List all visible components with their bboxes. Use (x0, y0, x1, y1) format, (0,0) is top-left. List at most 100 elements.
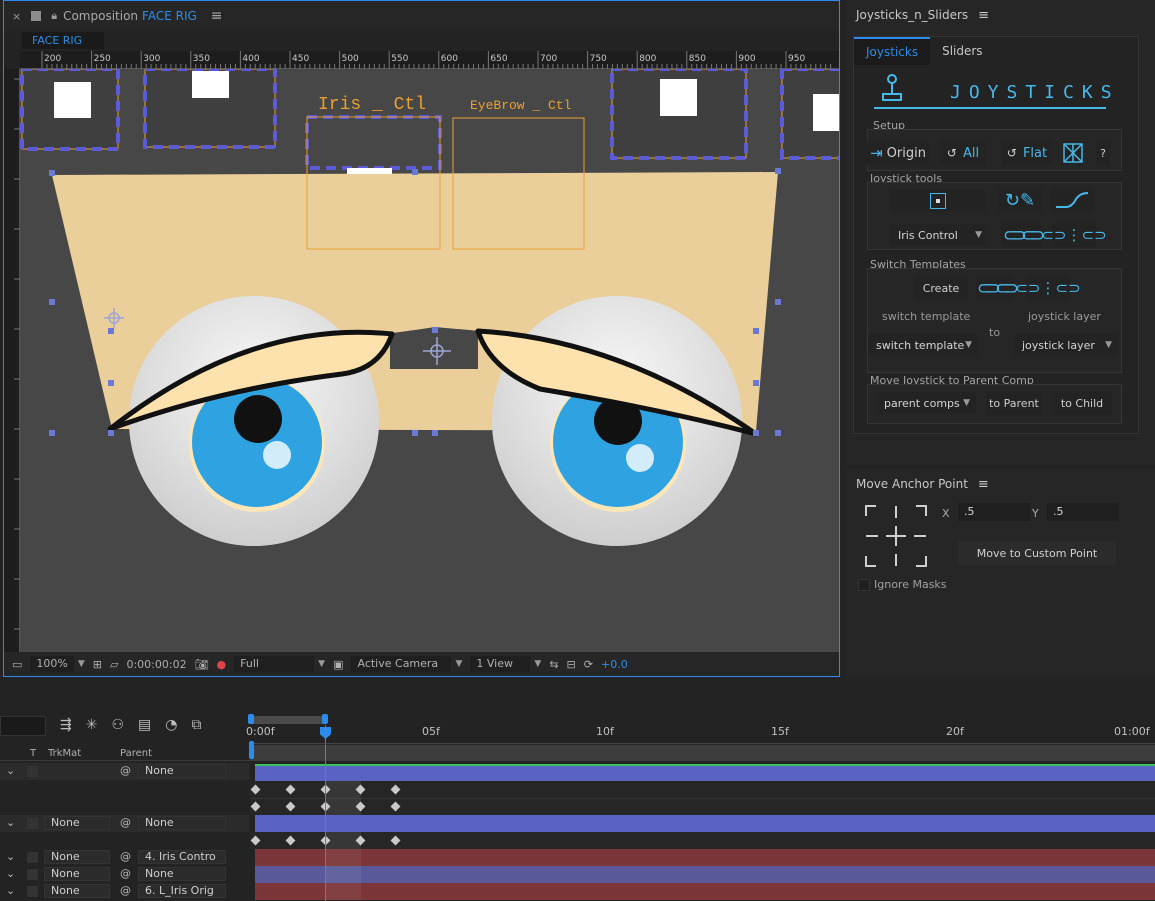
parent-dropdown[interactable]: None (138, 764, 226, 778)
parent-comps-dropdown[interactable]: parent comps ▼ (876, 392, 976, 414)
expand-icon[interactable]: ⌄ (6, 884, 15, 897)
comp-flowchart-icon[interactable]: ⇶ (60, 717, 72, 733)
lock-icon[interactable]: 🔒︎ (51, 9, 57, 23)
layer-bar[interactable] (255, 866, 1155, 883)
flat-button[interactable]: ↺ Flat (1002, 141, 1052, 165)
motion-blur-icon[interactable]: ◔ (165, 717, 177, 733)
composition-viewer[interactable]: Iris _ Ctl EyeBrow _ Ctl (20, 69, 839, 652)
help-button[interactable]: ? (1096, 141, 1110, 165)
time-ruler[interactable]: 0:00f 05f 10f 15f 20f 01:00f (246, 725, 1155, 744)
monitor-icon[interactable]: ▭ (12, 658, 22, 671)
layer-row[interactable]: ⌄ @ None (0, 763, 250, 780)
pickwhip-icon[interactable]: @ (120, 867, 131, 880)
unlink-button[interactable]: ⊂⊃⋮⊂⊃ (1041, 223, 1107, 247)
zoom-dropdown[interactable]: 100% (30, 656, 74, 672)
add-joystick-button[interactable] (890, 190, 986, 212)
y-field[interactable]: .5 (1047, 503, 1119, 521)
iris-control-dropdown[interactable]: Iris Control ▼ (890, 224, 988, 246)
exposure-value[interactable]: +0.0 (601, 658, 628, 671)
link-button[interactable]: ⊂⊃⊂⊃ (976, 276, 1019, 300)
layer-bar[interactable] (255, 815, 1155, 832)
work-area-end-handle[interactable] (322, 714, 328, 724)
draft-3d-icon[interactable]: ✳ (86, 717, 98, 733)
composition-name[interactable]: FACE RIG (142, 9, 197, 23)
trkmat-dropdown[interactable]: None (44, 850, 110, 864)
expand-icon[interactable]: ⌄ (6, 764, 15, 777)
tab-sliders[interactable]: Sliders (930, 37, 994, 65)
toggle-icon[interactable]: ⇆ (549, 658, 558, 671)
view-layout-dropdown[interactable]: 1 View (470, 656, 531, 672)
move-to-custom-point-button[interactable]: Move to Custom Point (958, 541, 1116, 565)
color-icon[interactable]: ● (217, 658, 227, 671)
panel-menu-icon[interactable]: ≡ (978, 477, 989, 492)
control-box-4[interactable] (780, 69, 839, 160)
fast-preview-icon[interactable]: ▣ (333, 658, 343, 671)
shy-icon[interactable]: ⚇ (111, 717, 124, 733)
rotate-pen-button[interactable]: ↻✎ (998, 188, 1042, 212)
camera-dropdown[interactable]: Active Camera (351, 656, 452, 672)
mirror-button[interactable] (1062, 141, 1084, 165)
frame-blend-icon[interactable]: ▤ (138, 717, 151, 733)
joystick-layer-dropdown[interactable]: joystick layer ▼ (1014, 334, 1118, 356)
switch-template-dropdown[interactable]: switch template ▼ (868, 334, 978, 356)
to-child-button[interactable]: to Child (1052, 391, 1112, 415)
panel-menu-icon[interactable]: ≡ (211, 8, 223, 24)
layer-row[interactable]: ⌄ None @ 6. L_Iris Orig (0, 883, 250, 900)
origin-button[interactable]: ⇥ Origin (867, 141, 929, 165)
pickwhip-icon[interactable]: @ (120, 850, 131, 863)
trkmat-dropdown[interactable]: None (44, 884, 110, 898)
link-button[interactable]: ⊂⊃⊂⊃ (1001, 223, 1045, 247)
pickwhip-icon[interactable]: @ (120, 816, 131, 829)
comp-subtab[interactable]: FACE RIG (22, 32, 104, 49)
ignore-masks-checkbox[interactable] (858, 579, 870, 591)
layer-bar[interactable] (255, 849, 1155, 866)
expand-icon[interactable]: ⌄ (6, 816, 15, 829)
panel-menu-icon[interactable]: ≡ (978, 8, 989, 23)
graph-editor-icon[interactable]: ⧉ (191, 717, 201, 733)
parent-dropdown[interactable]: 4. Iris Contro (138, 850, 226, 864)
curve-button[interactable] (1050, 188, 1094, 212)
x-field[interactable]: .5 (958, 503, 1030, 521)
to-parent-button[interactable]: to Parent (986, 391, 1042, 415)
close-icon[interactable]: × (12, 10, 21, 23)
create-button[interactable]: Create (914, 276, 968, 300)
expand-icon[interactable]: ⌄ (6, 850, 15, 863)
layer-bar[interactable] (255, 764, 1155, 781)
layer-row[interactable]: ⌄ None @ None (0, 866, 250, 883)
tab-joysticks[interactable]: Joysticks (854, 37, 931, 65)
parent-dropdown[interactable]: 6. L_Iris Orig (138, 884, 226, 898)
ruler-tick-label: 200 (44, 54, 61, 64)
timecode[interactable]: 0:00:00:02 (126, 658, 186, 671)
work-area-bar[interactable] (250, 716, 326, 724)
expand-icon[interactable]: ⌄ (6, 867, 15, 880)
playhead[interactable] (325, 725, 326, 901)
layer-row[interactable]: ⌄ None @ None (0, 815, 250, 832)
control-box-3[interactable] (610, 69, 748, 160)
control-box-2[interactable] (143, 69, 277, 149)
parent-dropdown[interactable]: None (138, 867, 226, 881)
flowchart-icon[interactable]: ⊟ (567, 658, 576, 671)
link-icon: ⊂⊃⊂⊃ (976, 277, 1019, 299)
trkmat-dropdown[interactable]: None (44, 867, 110, 881)
to-label: to (989, 326, 1001, 339)
pickwhip-icon[interactable]: @ (120, 764, 131, 777)
search-input[interactable] (0, 716, 46, 736)
all-button[interactable]: ↺ All (940, 141, 986, 165)
work-area-start-handle[interactable] (248, 714, 254, 724)
layer-bar[interactable] (255, 883, 1155, 900)
parent-dropdown[interactable]: None (138, 816, 226, 830)
region-icon[interactable]: ⊞ (93, 658, 102, 671)
resolution-dropdown[interactable]: Full (234, 656, 315, 672)
joysticks-banner: JOYSTICKS (874, 73, 1112, 109)
snapshot-icon[interactable]: 📷︎ (195, 658, 209, 671)
composition-tab-bar: × 🔒︎ Composition FACE RIG ≡ (4, 1, 839, 31)
reset-exposure-icon[interactable]: ⟳ (584, 658, 593, 671)
control-box-1[interactable] (20, 69, 120, 151)
trkmat-dropdown[interactable]: None (44, 816, 110, 830)
anchor-grid-icon[interactable] (864, 504, 928, 568)
work-area-start-marker[interactable] (249, 741, 254, 759)
layer-row[interactable]: ⌄ None @ 4. Iris Contro (0, 849, 250, 866)
transparency-icon[interactable]: ▱ (110, 658, 118, 671)
pickwhip-icon[interactable]: @ (120, 884, 131, 897)
unlink-button[interactable]: ⊂⊃⋮⊂⊃ (1015, 276, 1081, 300)
